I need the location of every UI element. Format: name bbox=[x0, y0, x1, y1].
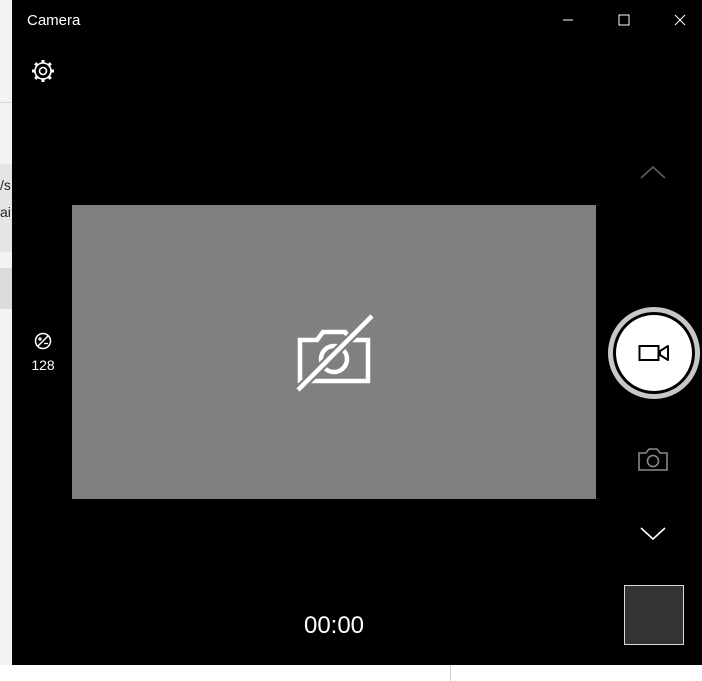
camera-window: Camera 128 00:00 bbox=[12, 0, 702, 665]
background-text-line: /s bbox=[0, 177, 11, 193]
background-divider bbox=[0, 102, 12, 103]
exposure-control[interactable]: 128 bbox=[26, 332, 60, 373]
camera-preview bbox=[72, 205, 596, 499]
video-camera-icon bbox=[638, 345, 669, 361]
background-window: /s ai bbox=[0, 0, 12, 681]
window-title: Camera bbox=[27, 12, 81, 29]
previous-mode-button[interactable] bbox=[635, 158, 671, 186]
camera-icon bbox=[638, 448, 668, 471]
settings-button[interactable] bbox=[30, 58, 56, 84]
title-bar: Camera bbox=[12, 0, 702, 40]
gear-icon bbox=[32, 60, 54, 82]
background-text-line: ai bbox=[0, 204, 11, 220]
close-button[interactable] bbox=[657, 0, 702, 40]
background-divider bbox=[450, 665, 451, 681]
maximize-icon bbox=[618, 14, 630, 26]
last-capture-thumbnail[interactable] bbox=[624, 585, 684, 645]
exposure-icon bbox=[34, 332, 52, 350]
camera-off-indicator bbox=[294, 312, 376, 394]
background-panel bbox=[0, 269, 12, 309]
photo-mode-button[interactable] bbox=[635, 444, 671, 474]
chevron-down-icon bbox=[640, 527, 666, 541]
record-video-button[interactable] bbox=[608, 307, 700, 399]
camera-off-icon bbox=[294, 312, 376, 394]
next-mode-button[interactable] bbox=[635, 520, 671, 548]
exposure-value: 128 bbox=[31, 357, 55, 373]
maximize-button[interactable] bbox=[601, 0, 647, 40]
recording-timer: 00:00 bbox=[303, 612, 365, 639]
record-button-face bbox=[616, 315, 692, 391]
record-button-ring bbox=[613, 312, 695, 394]
background-window-bottom bbox=[0, 665, 702, 681]
minimize-icon bbox=[563, 19, 573, 21]
chevron-up-icon bbox=[640, 165, 666, 179]
minimize-button[interactable] bbox=[545, 0, 591, 40]
close-icon bbox=[674, 14, 686, 26]
